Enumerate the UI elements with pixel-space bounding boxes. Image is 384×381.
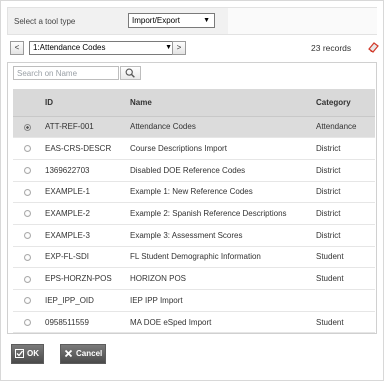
row-radio[interactable]: [23, 318, 31, 326]
table-row[interactable]: EXAMPLE-3 Example 3: Assessment Scores Dis…: [13, 224, 375, 247]
tool-type-select[interactable]: Import/Export ▼: [128, 13, 215, 28]
cancel-button[interactable]: Cancel: [60, 344, 106, 364]
ok-button[interactable]: OK: [11, 344, 44, 364]
row-radio-cell[interactable]: [13, 246, 41, 269]
table-row[interactable]: EAS-CRS-DESCR Course Descriptions Import D…: [13, 137, 375, 160]
row-name: Course Descriptions Import: [126, 137, 312, 160]
row-radio-cell[interactable]: [13, 311, 41, 334]
header-id[interactable]: ID: [41, 89, 126, 117]
cancel-label: Cancel: [76, 349, 103, 358]
row-radio[interactable]: [23, 145, 31, 153]
chevron-down-icon: ▼: [203, 17, 210, 24]
chevron-down-icon: ▼: [165, 44, 172, 51]
previous-button[interactable]: <: [10, 41, 24, 55]
row-name: MA DOE eSped Import: [126, 311, 312, 334]
row-id: IEP_IPP_OID: [41, 289, 126, 312]
row-radio-cell[interactable]: [13, 137, 41, 160]
row-radio-cell[interactable]: [13, 202, 41, 225]
dialog-frame: Select a tool type Import/Export ▼ < 1:A…: [0, 0, 384, 381]
row-category: Student: [312, 311, 375, 334]
table-row[interactable]: 0958511559 MA DOE eSped Import Student: [13, 311, 375, 334]
table-row[interactable]: EPS-HORZN-POS HORIZON POS Student: [13, 267, 375, 290]
table-row[interactable]: EXAMPLE-2 Example 2: Spanish Reference De…: [13, 202, 375, 225]
table-row[interactable]: EXP-FL-SDI FL Student Demographic Informa…: [13, 246, 375, 269]
row-category: Student: [312, 267, 375, 290]
header-category[interactable]: Category: [312, 89, 375, 117]
search-icon: [125, 68, 135, 78]
table-row[interactable]: ATT-REF-001 Attendance Codes Attendance: [13, 116, 375, 139]
row-name: Attendance Codes: [126, 116, 312, 139]
row-radio-cell[interactable]: [13, 181, 41, 204]
row-name: Example 1: New Reference Codes: [126, 181, 312, 204]
next-button[interactable]: >: [172, 41, 186, 55]
check-icon: [15, 349, 24, 359]
tool-select-value: 1:Attendance Codes: [33, 43, 106, 52]
row-name: IEP IPP Import: [126, 289, 312, 312]
header-name[interactable]: Name: [126, 89, 312, 117]
tool-navigation: < 1:Attendance Codes ▼ > 23 records: [10, 41, 380, 56]
row-category: District: [312, 181, 375, 204]
row-name: Example 3: Assessment Scores: [126, 224, 312, 247]
tool-list-panel: ID Name Category ATT-REF-001Attendance C…: [7, 62, 377, 334]
tool-table: ID Name Category ATT-REF-001 Attendance C…: [13, 89, 375, 334]
row-category: District: [312, 202, 375, 225]
row-category: District: [312, 224, 375, 247]
tool-type-value: Import/Export: [132, 16, 181, 25]
row-radio[interactable]: [23, 167, 31, 175]
row-category: Attendance: [312, 116, 375, 139]
row-id: ATT-REF-001: [41, 116, 126, 139]
header-select: [13, 89, 41, 117]
row-category: District: [312, 137, 375, 160]
row-category: District: [312, 159, 375, 182]
row-radio-cell[interactable]: [13, 267, 41, 290]
row-radio-cell[interactable]: [13, 224, 41, 247]
table-row[interactable]: 1369622703 Disabled DOE Reference Codes Di…: [13, 159, 375, 182]
row-radio[interactable]: [23, 253, 31, 261]
row-id: EXP-FL-SDI: [41, 246, 126, 269]
table-row[interactable]: EXAMPLE-1 Example 1: New Reference Codes D…: [13, 181, 375, 204]
row-radio-cell[interactable]: [13, 159, 41, 182]
row-id: EXAMPLE-3: [41, 224, 126, 247]
row-id: 0958511559: [41, 311, 126, 334]
row-radio-cell[interactable]: [13, 289, 41, 312]
row-category: Student: [312, 246, 375, 269]
table-header-row: ID Name Category: [13, 89, 375, 117]
row-name: Example 2: Spanish Reference Description…: [126, 202, 312, 225]
row-name: FL Student Demographic Information: [126, 246, 312, 269]
row-radio[interactable]: [23, 297, 31, 305]
search-button[interactable]: [120, 66, 141, 80]
tool-type-label: Select a tool type: [14, 17, 76, 26]
eraser-icon[interactable]: [367, 41, 379, 53]
table-row[interactable]: IEP_IPP_OID IEP IPP Import: [13, 289, 375, 312]
row-id: 1369622703: [41, 159, 126, 182]
row-name: HORIZON POS: [126, 267, 312, 290]
row-id: EPS-HORZN-POS: [41, 267, 126, 290]
search-input[interactable]: [13, 66, 119, 80]
row-radio[interactable]: [23, 188, 31, 196]
row-radio[interactable]: [23, 275, 31, 283]
row-radio-cell[interactable]: [13, 116, 41, 139]
row-radio[interactable]: [23, 123, 31, 131]
ok-label: OK: [27, 349, 39, 358]
tool-type-row: Select a tool type Import/Export ▼: [7, 7, 377, 35]
table-body: ATT-REF-001 Attendance Codes Attendance EAS…: [13, 116, 375, 334]
row-id: EAS-CRS-DESCR: [41, 137, 126, 160]
row-category: [312, 289, 375, 312]
row-id: EXAMPLE-2: [41, 202, 126, 225]
row-radio[interactable]: [23, 232, 31, 240]
close-icon: [64, 350, 73, 358]
tool-select[interactable]: 1:Attendance Codes ▼: [29, 41, 177, 55]
row-id: EXAMPLE-1: [41, 181, 126, 204]
row-name: Disabled DOE Reference Codes: [126, 159, 312, 182]
tool-type-panel: [228, 8, 377, 34]
record-count: 23 records: [311, 43, 352, 53]
row-radio[interactable]: [23, 210, 31, 218]
